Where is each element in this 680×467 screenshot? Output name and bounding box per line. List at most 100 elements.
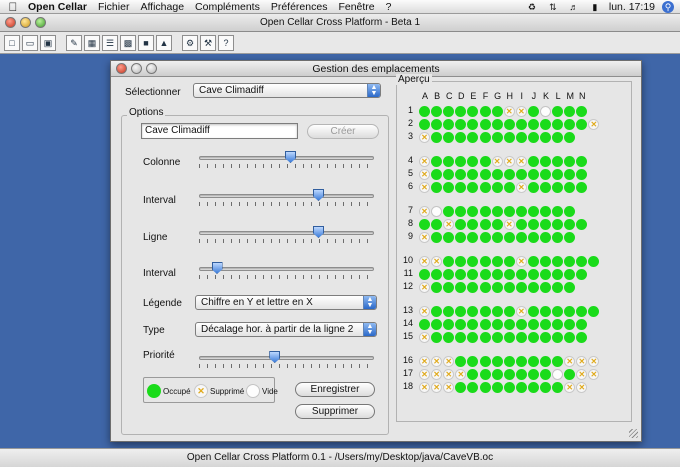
open-folder-icon[interactable]: ▭ [22,34,38,51]
occupied-slot[interactable] [552,282,564,293]
occupied-slot[interactable] [467,356,479,367]
occupied-slot[interactable] [540,332,551,343]
occupied-slot[interactable] [467,119,479,130]
occupied-slot[interactable] [564,119,576,130]
minimize-dialog-button[interactable] [131,63,142,74]
deleted-slot[interactable]: ✕ [419,356,430,367]
new-file-icon[interactable]: □ [4,34,20,51]
occupied-slot[interactable] [564,132,576,143]
occupied-slot[interactable] [515,169,527,180]
occupied-slot[interactable] [443,332,455,343]
occupied-slot[interactable] [527,232,539,243]
occupied-slot[interactable] [491,282,503,293]
occupied-slot[interactable] [564,182,576,193]
deleted-slot[interactable]: ✕ [419,382,430,393]
deleted-slot[interactable]: ✕ [431,356,443,367]
occupied-slot[interactable] [527,356,539,367]
deleted-slot[interactable]: ✕ [431,382,443,393]
deleted-slot[interactable]: ✕ [419,282,430,293]
occupied-slot[interactable] [443,256,455,267]
resize-grip-icon[interactable] [629,429,638,438]
occupied-slot[interactable] [455,106,467,117]
occupied-slot[interactable] [479,232,491,243]
occupied-slot[interactable] [503,269,515,280]
close-window-button[interactable] [5,17,16,28]
occupied-slot[interactable] [552,132,564,143]
occupied-slot[interactable] [515,132,527,143]
occupied-slot[interactable] [552,382,564,393]
occupied-slot[interactable] [455,219,467,230]
occupied-slot[interactable] [564,106,576,117]
occupied-slot[interactable] [503,232,515,243]
occupied-slot[interactable] [443,306,455,317]
sync-icon[interactable]: ♻ [525,2,539,12]
occupied-slot[interactable] [443,269,455,280]
deleted-slot[interactable]: ✕ [455,369,467,380]
deleted-slot[interactable]: ✕ [443,219,455,230]
occupied-slot[interactable] [491,256,503,267]
occupied-slot[interactable] [479,156,491,167]
deleted-slot[interactable]: ✕ [443,369,455,380]
occupied-slot[interactable] [576,169,588,180]
occupied-slot[interactable] [503,206,515,217]
occupied-slot[interactable] [467,132,479,143]
occupied-slot[interactable] [540,269,551,280]
cellar-select[interactable]: Cave Climadiff ▲ ▼ [193,83,381,98]
occupied-slot[interactable] [527,206,539,217]
occupied-slot[interactable] [527,382,539,393]
occupied-slot[interactable] [515,219,527,230]
type-select[interactable]: Décalage hor. à partir de la ligne 2 ▲ ▼ [195,322,377,337]
occupied-slot[interactable] [576,256,588,267]
interval-slider-1[interactable] [199,189,374,207]
occupied-slot[interactable] [443,232,455,243]
occupied-slot[interactable] [515,369,527,380]
occupied-slot[interactable] [515,319,527,330]
occupied-slot[interactable] [467,182,479,193]
occupied-slot[interactable] [443,206,455,217]
ligne-slider[interactable] [199,226,374,244]
occupied-slot[interactable] [455,132,467,143]
occupied-slot[interactable] [564,256,576,267]
occupied-slot[interactable] [491,356,503,367]
zoom-dialog-button[interactable] [146,63,157,74]
occupied-slot[interactable] [491,169,503,180]
cellar-name-input[interactable]: Cave Climadiff [141,123,298,139]
priorite-slider[interactable] [199,351,374,369]
occupied-slot[interactable] [576,182,588,193]
deleted-slot[interactable]: ✕ [443,382,455,393]
deleted-slot[interactable]: ✕ [564,382,576,393]
occupied-slot[interactable] [455,232,467,243]
occupied-slot[interactable] [527,169,539,180]
occupied-slot[interactable] [491,369,503,380]
occupied-slot[interactable] [576,269,588,280]
occupied-slot[interactable] [552,206,564,217]
occupied-slot[interactable] [503,182,515,193]
occupied-slot[interactable] [515,332,527,343]
minimize-window-button[interactable] [20,17,31,28]
occupied-slot[interactable] [431,182,443,193]
occupied-slot[interactable] [491,382,503,393]
occupied-slot[interactable] [455,169,467,180]
occupied-slot[interactable] [479,256,491,267]
occupied-slot[interactable] [479,219,491,230]
occupied-slot[interactable] [467,256,479,267]
occupied-slot[interactable] [467,169,479,180]
occupied-slot[interactable] [455,282,467,293]
occupied-slot[interactable] [527,332,539,343]
occupied-slot[interactable] [527,256,539,267]
occupied-slot[interactable] [552,156,564,167]
occupied-slot[interactable] [588,256,600,267]
deleted-slot[interactable]: ✕ [564,356,576,367]
occupied-slot[interactable] [576,319,588,330]
deleted-slot[interactable]: ✕ [576,382,588,393]
deleted-slot[interactable]: ✕ [588,356,600,367]
battery-icon[interactable]: ▮ [588,2,602,12]
occupied-slot[interactable] [552,332,564,343]
occupied-slot[interactable] [527,282,539,293]
occupied-slot[interactable] [491,132,503,143]
occupied-slot[interactable] [540,256,551,267]
occupied-slot[interactable] [576,156,588,167]
menu-help[interactable]: ? [382,1,399,13]
occupied-slot[interactable] [479,319,491,330]
deleted-slot[interactable]: ✕ [588,119,600,130]
